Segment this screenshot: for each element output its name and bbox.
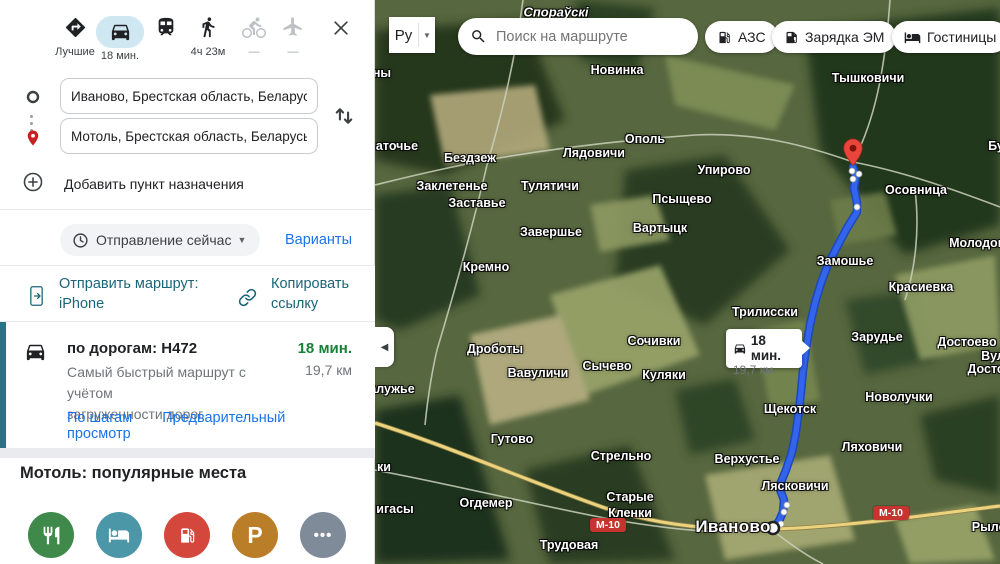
ev-charging-icon [784, 30, 799, 45]
car-icon [733, 341, 747, 356]
bed-icon [108, 524, 130, 546]
selected-route-indicator [0, 322, 6, 448]
tooltip-distance: 19,7 км [733, 363, 796, 377]
map-canvas[interactable]: СпораўскіныНовинкаТышковичиаточьеОпольЛя… [375, 0, 1000, 564]
swap-arrows-icon [330, 102, 358, 130]
ev-charging-filter-button[interactable]: Зарядка ЭМ [772, 21, 896, 53]
route-duration: 18 мин. [298, 340, 352, 357]
origin-input[interactable] [60, 78, 318, 114]
route-time-tooltip[interactable]: 18 мин. 19,7 км [726, 329, 802, 368]
mode-drive-time: 18 мин. [96, 50, 144, 62]
departure-time-dropdown[interactable]: Отправление сейчас ▼ [60, 224, 260, 256]
hotels-filter-label: Гостиницы [927, 29, 996, 45]
more-categories-button[interactable]: ••• [300, 512, 346, 558]
send-route-label: Отправить маршрут: [59, 274, 198, 294]
ev-filter-label: Зарядка ЭМ [805, 29, 884, 45]
route-options-link[interactable]: Варианты [285, 232, 352, 248]
fuel-filter-label: АЗС [738, 29, 766, 45]
departure-time-label: Отправление сейчас [96, 232, 231, 248]
add-destination-button[interactable]: Добавить пункт назначения [0, 166, 375, 200]
close-icon [331, 18, 351, 38]
link-icon [238, 288, 257, 307]
search-icon [470, 28, 487, 45]
chevron-down-icon: ▼ [237, 235, 246, 245]
car-icon [24, 340, 47, 363]
parking-icon: P [247, 522, 262, 549]
mode-walk[interactable]: 4ч 23м [184, 16, 232, 43]
send-route-device: iPhone [59, 294, 198, 314]
language-label: Ру [389, 27, 418, 44]
copy-link-button[interactable]: Копировать ссылку [238, 274, 349, 314]
gas-stations-button[interactable] [164, 512, 210, 558]
directions-icon [64, 16, 87, 39]
satellite-map-graphic [375, 0, 1000, 564]
hotels-button[interactable] [96, 512, 142, 558]
route-description-line1: Самый быстрый маршрут с учётом [67, 362, 282, 404]
gas-pump-icon [178, 526, 197, 545]
plane-icon [282, 16, 304, 38]
more-icon: ••• [314, 527, 333, 544]
send-to-phone-icon [28, 284, 45, 308]
mode-drive[interactable]: 18 мин. [96, 16, 144, 48]
fuel-filter-button[interactable]: АЗС [705, 21, 778, 53]
departure-options-row: Отправление сейчас ▼ Варианты [0, 210, 375, 264]
parking-button[interactable]: P [232, 512, 278, 558]
tooltip-time: 18 мин. [751, 333, 796, 363]
mode-walk-time: 4ч 23м [184, 46, 232, 58]
map-toolbar: Ру ▼ АЗС Зарядка ЭМ Гостиницы [375, 0, 1000, 60]
route-distance: 19,7 км [305, 362, 352, 378]
route-result-card[interactable]: по дорогам: Н472 18 мин. Самый быстрый м… [0, 322, 375, 448]
clock-icon [72, 232, 89, 249]
restaurants-button[interactable] [28, 512, 74, 558]
destination-input[interactable] [60, 118, 318, 154]
tooltip-arrow [802, 341, 810, 355]
pedestrian-icon [197, 16, 219, 38]
app-window: СпораўскіныНовинкаТышковичиаточьеОпольЛя… [0, 0, 1000, 564]
copy-link-label-1: Копировать [271, 274, 349, 294]
hotels-filter-button[interactable]: Гостиницы [892, 21, 1000, 53]
plus-circle-icon [22, 171, 44, 193]
search-input[interactable] [496, 29, 686, 45]
language-layer-button[interactable]: Ру ▼ [389, 17, 435, 53]
swap-waypoints-button[interactable] [330, 102, 358, 130]
close-directions-button[interactable] [317, 16, 365, 43]
origin-dot-icon [26, 90, 40, 104]
mode-best-label: Лучшие [51, 46, 99, 58]
mode-best-routes[interactable]: Лучшие [51, 16, 99, 44]
add-destination-label: Добавить пункт назначения [64, 176, 244, 192]
popular-places-buttons: P ••• [0, 512, 375, 558]
popular-places-title: Мотоль: популярные места [20, 464, 246, 483]
mode-flight-unavailable: — [269, 46, 317, 58]
destination-pin-icon [24, 128, 42, 148]
chevron-down-icon: ▼ [419, 31, 435, 40]
origin-marker [767, 522, 779, 534]
route-title: по дорогам: Н472 [67, 340, 197, 357]
bed-icon [904, 29, 921, 46]
gas-pump-icon [717, 30, 732, 45]
step-by-step-link[interactable]: По шагам [67, 410, 132, 426]
transit-icon [155, 16, 177, 38]
collapse-panel-button[interactable]: ◀ [375, 327, 394, 367]
directions-panel: Лучшие 18 мин. 4ч 23м — — [0, 0, 375, 564]
bicycle-icon [242, 16, 266, 40]
chevron-left-icon: ◀ [381, 342, 389, 353]
route-search-box[interactable] [458, 18, 698, 55]
restaurant-icon [41, 525, 62, 546]
car-icon [109, 20, 132, 43]
mode-transit[interactable] [142, 16, 190, 43]
section-separator [0, 448, 375, 458]
travel-mode-bar: Лучшие 18 мин. 4ч 23м — — [0, 0, 375, 64]
copy-link-label-2: ссылку [271, 294, 349, 314]
send-route-button[interactable]: Отправить маршрут: iPhone [28, 274, 198, 314]
mode-flight[interactable]: — [269, 16, 317, 43]
route-links: По шагам Предварительный просмотр [67, 410, 375, 442]
share-row: Отправить маршрут: iPhone Копировать ссы… [0, 265, 375, 322]
